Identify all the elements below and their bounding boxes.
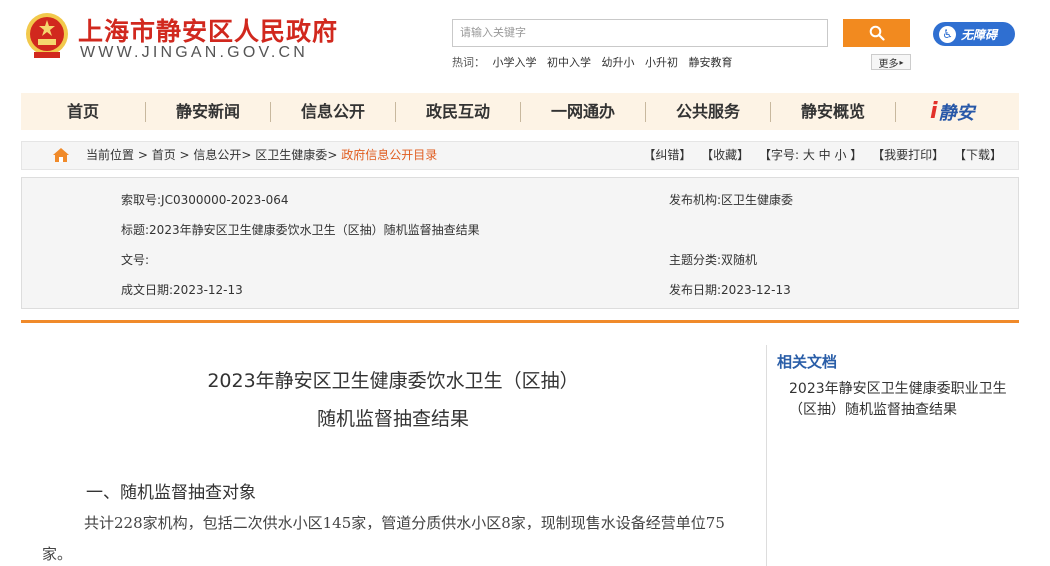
page-tools: 【纠错】 【收藏】 【字号: 大 中 小 】 【我要打印】 【下载】 [637,142,1002,169]
related-doc-link[interactable]: 2023年静安区卫生健康委职业卫生（区抽）随机监督抽查结果 [789,379,1019,421]
article-title-line: 2023年静安区卫生健康委饮水卫生（区抽） [207,370,579,392]
more-label: 更多 [878,58,899,70]
meta-index-no: 索取号:JC0300000-2023-064 [121,193,289,207]
favorite-link[interactable]: 【收藏】 [701,148,749,162]
site-header: 上海市静安区人民政府 WWW.JINGAN.GOV.CN 请输入关键字 ♿ 无障… [0,0,1050,90]
accessibility-label: 无障碍 [961,27,998,42]
hot-words: 热词： 小学入学 初中入学 幼升小 小升初 静安教育 [452,54,740,70]
article-title-line: 随机监督抽查结果 [316,408,469,430]
nav-item-one-net[interactable]: 一网通办 [521,93,645,130]
meta-title: 标题:2023年静安区卫生健康委饮水卫生（区抽）随机监督抽查结果 [121,223,480,237]
download-link[interactable]: 【下载】 [954,148,1002,162]
nav-item-public-service[interactable]: 公共服务 [646,93,770,130]
related-docs-sidebar: 相关文档 2023年静安区卫生健康委职业卫生（区抽）随机监督抽查结果 [766,345,1019,566]
main-nav: 首页 静安新闻 信息公开 政民互动 一网通办 公共服务 静安概览 i 静安 [21,93,1019,130]
hot-word-link[interactable]: 小升初 [645,56,678,69]
font-size-control[interactable]: 【字号: 大 中 小 】 [759,148,862,162]
site-url[interactable]: WWW.JINGAN.GOV.CN [80,44,308,62]
hot-word-link[interactable]: 小学入学 [493,56,537,69]
search-icon [869,25,885,41]
meta-created-date: 成文日期:2023-12-13 [121,283,243,297]
hot-word-link[interactable]: 初中入学 [547,56,591,69]
jingan-logo-icon: i [930,99,938,124]
nav-item-home[interactable]: 首页 [21,93,145,130]
meta-doc-no: 文号: [121,253,150,267]
meta-category: 主题分类:双随机 [669,253,758,267]
meta-publisher: 发布机构:区卫生健康委 [669,193,794,207]
nav-divider [895,102,896,122]
related-docs-title: 相关文档 [777,353,838,371]
hot-words-label: 热词： [452,56,485,69]
divider [21,320,1019,323]
home-icon [53,148,69,162]
breadcrumb-link[interactable]: 信息公开 [193,148,241,162]
jingan-logo-text: 静安 [938,102,975,124]
breadcrumb-link[interactable]: 区卫生健康委 [255,148,327,162]
nav-item-info-public[interactable]: 信息公开 [271,93,395,130]
breadcrumb-prefix: 当前位置 [86,148,135,162]
more-hot-words-button[interactable]: 更多 ▸ [871,54,911,70]
report-error-link[interactable]: 【纠错】 [643,148,691,162]
section-heading: 一、随机监督抽查对象 [86,483,256,503]
breadcrumb-current[interactable]: 政府信息公开目录 [341,148,437,162]
chevron-right-icon: ▸ [899,57,904,67]
nav-item-overview[interactable]: 静安概览 [771,93,895,130]
breadcrumb-link[interactable]: 首页 [152,148,176,162]
breadcrumb-path: 当前位置 > 首页 > 信息公开> 区卫生健康委> 政府信息公开目录 [86,148,438,162]
site-title[interactable]: 上海市静安区人民政府 [78,12,338,48]
national-emblem-icon [26,13,68,58]
nav-item-news[interactable]: 静安新闻 [146,93,270,130]
article-paragraph: 共计228家机构，包括二次供水小区145家，管道分质供水小区8家，现制现售水设备… [42,514,725,563]
jingan-logo[interactable]: i 静安 [930,96,975,127]
accessibility-button[interactable]: ♿ 无障碍 [933,22,1015,46]
search-input[interactable]: 请输入关键字 [452,19,828,47]
accessibility-icon: ♿ [939,25,956,43]
article-title: 2023年静安区卫生健康委饮水卫生（区抽） 随机监督抽查结果 [80,362,706,438]
print-link[interactable]: 【我要打印】 [872,148,944,162]
meta-published-date: 发布日期:2023-12-13 [669,283,791,297]
search-button[interactable] [843,19,910,47]
nav-item-interaction[interactable]: 政民互动 [396,93,520,130]
hot-word-link[interactable]: 静安教育 [689,56,733,69]
document-meta: 索取号:JC0300000-2023-064 发布机构:区卫生健康委 标题:20… [21,177,1019,309]
hot-word-link[interactable]: 幼升小 [602,56,635,69]
breadcrumb: 当前位置 > 首页 > 信息公开> 区卫生健康委> 政府信息公开目录 【纠错】 … [21,141,1019,170]
